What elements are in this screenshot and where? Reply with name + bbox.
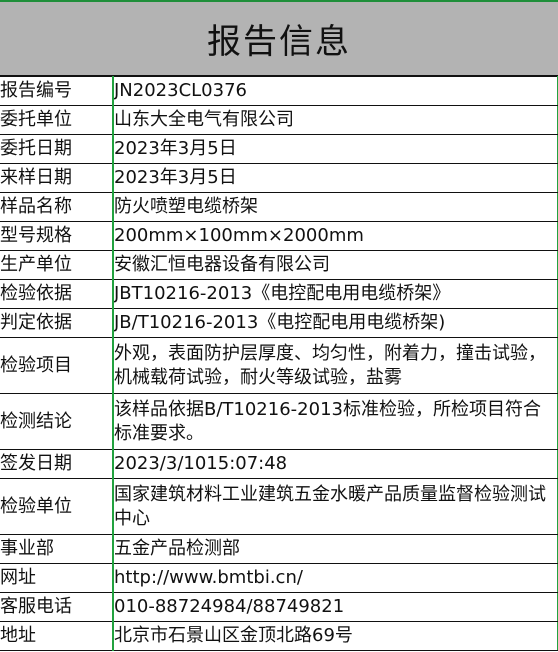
row-division: 事业部 五金产品检测部 <box>0 534 558 564</box>
value-manufacturer: 安徽汇恒电器设备有限公司 <box>113 250 558 280</box>
label-website: 网址 <box>0 563 114 593</box>
row-model-spec: 型号规格 200mm×100mm×2000mm <box>0 221 558 251</box>
label-client: 委托单位 <box>0 105 114 135</box>
value-model-spec: 200mm×100mm×2000mm <box>113 221 558 251</box>
report-info-sheet: 报告信息 报告编号 JN2023CL0376 委托单位 山东大全电气有限公司 委… <box>0 0 558 652</box>
label-inspection-items: 检验项目 <box>0 337 114 394</box>
label-sample-date: 来样日期 <box>0 163 114 193</box>
label-commission-date: 委托日期 <box>0 134 114 164</box>
value-sample-name: 防火喷塑电缆桥架 <box>113 192 558 222</box>
label-address: 地址 <box>0 621 114 651</box>
row-sample-name: 样品名称 防火喷塑电缆桥架 <box>0 192 558 222</box>
report-info-table: 报告编号 JN2023CL0376 委托单位 山东大全电气有限公司 委托日期 2… <box>0 76 558 651</box>
label-sample-name: 样品名称 <box>0 192 114 222</box>
row-website: 网址 http://www.bmtbi.cn/ <box>0 563 558 593</box>
value-issue-date: 2023/3/1015:07:48 <box>113 449 558 479</box>
label-division: 事业部 <box>0 534 114 564</box>
value-address: 北京市石景山区金顶北路69号 <box>113 621 558 651</box>
report-title: 报告信息 <box>0 0 558 76</box>
label-report-number: 报告编号 <box>0 76 114 106</box>
row-inspection-items: 检验项目 外观，表面防护层厚度、均匀性，附着力，撞击试验，机械载荷试验，耐火等级… <box>0 337 558 394</box>
row-test-conclusion: 检测结论 该样品依据B/T10216-2013标准检验，所检项目符合标准要求。 <box>0 393 558 450</box>
value-service-phone: 010-88724984/88749821 <box>113 592 558 622</box>
label-judgement-basis: 判定依据 <box>0 308 114 338</box>
test-conclusion-text: 该样品依据B/T10216-2013标准检验，所检项目符合标准要求。 <box>114 398 541 444</box>
label-inspection-unit: 检验单位 <box>0 478 114 535</box>
value-division: 五金产品检测部 <box>113 534 558 564</box>
row-service-phone: 客服电话 010-88724984/88749821 <box>0 592 558 622</box>
label-issue-date: 签发日期 <box>0 449 114 479</box>
row-sample-date: 来样日期 2023年3月5日 <box>0 163 558 193</box>
value-inspection-items: 外观，表面防护层厚度、均匀性，附着力，撞击试验，机械载荷试验，耐火等级试验，盐雾 <box>113 337 558 394</box>
row-client: 委托单位 山东大全电气有限公司 <box>0 105 558 135</box>
inspection-unit-text: 国家建筑材料工业建筑五金水暖产品质量监督检验测试中心 <box>114 483 546 529</box>
label-model-spec: 型号规格 <box>0 221 114 251</box>
value-judgement-basis: JB/T10216-2013《电控配电用电缆桥架) <box>113 308 558 338</box>
row-address: 地址 北京市石景山区金顶北路69号 <box>0 621 558 651</box>
row-commission-date: 委托日期 2023年3月5日 <box>0 134 558 164</box>
label-service-phone: 客服电话 <box>0 592 114 622</box>
value-commission-date: 2023年3月5日 <box>113 134 558 164</box>
row-inspection-basis: 检验依据 JBT10216-2013《电控配电用电缆桥架》 <box>0 279 558 309</box>
value-report-number: JN2023CL0376 <box>113 76 558 106</box>
inspection-items-text: 外观，表面防护层厚度、均匀性，附着力，撞击试验，机械载荷试验，耐火等级试验，盐雾 <box>114 342 546 388</box>
label-inspection-basis: 检验依据 <box>0 279 114 309</box>
label-test-conclusion: 检测结论 <box>0 393 114 450</box>
value-test-conclusion: 该样品依据B/T10216-2013标准检验，所检项目符合标准要求。 <box>113 393 558 450</box>
value-client: 山东大全电气有限公司 <box>113 105 558 135</box>
row-inspection-unit: 检验单位 国家建筑材料工业建筑五金水暖产品质量监督检验测试中心 <box>0 478 558 535</box>
value-website[interactable]: http://www.bmtbi.cn/ <box>113 563 558 593</box>
value-inspection-basis: JBT10216-2013《电控配电用电缆桥架》 <box>113 279 558 309</box>
row-manufacturer: 生产单位 安徽汇恒电器设备有限公司 <box>0 250 558 280</box>
value-inspection-unit: 国家建筑材料工业建筑五金水暖产品质量监督检验测试中心 <box>113 478 558 535</box>
row-report-number: 报告编号 JN2023CL0376 <box>0 76 558 106</box>
value-sample-date: 2023年3月5日 <box>113 163 558 193</box>
row-judgement-basis: 判定依据 JB/T10216-2013《电控配电用电缆桥架) <box>0 308 558 338</box>
row-issue-date: 签发日期 2023/3/1015:07:48 <box>0 449 558 479</box>
label-manufacturer: 生产单位 <box>0 250 114 280</box>
